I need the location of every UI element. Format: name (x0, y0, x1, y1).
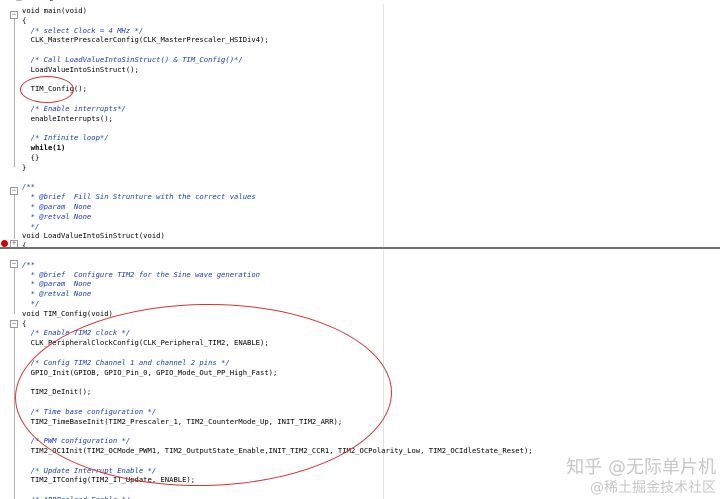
code-text: void LoadValueIntoSinStruct(void) (22, 231, 165, 241)
code-line[interactable]: /* Call LoadValueIntoSinStruct() & TIM_C… (0, 55, 720, 65)
code-comment: * @retval None (22, 211, 92, 221)
code-line[interactable]: * @retval None (0, 289, 720, 299)
code-line[interactable] (0, 250, 720, 260)
code-line[interactable]: /* select Clock = 4 MHz */ (0, 26, 720, 36)
code-comment: /* Call LoadValueIntoSinStruct() & TIM_C… (22, 55, 243, 64)
code-comment: * @brief Configure TIM2 for the Sine wav… (22, 269, 260, 279)
code-line[interactable] (0, 75, 720, 85)
code-line[interactable]: void main(void) (0, 6, 720, 16)
code-line[interactable]: void LoadValueIntoSinStruct(void) (0, 231, 720, 241)
code-line[interactable]: {} (0, 153, 720, 163)
code-text: void TIM_Config(void) (22, 308, 113, 318)
code-text: { (22, 15, 27, 25)
code-line[interactable] (0, 124, 720, 134)
code-line[interactable] (0, 94, 720, 104)
code-comment: * @param None (22, 202, 92, 211)
code-line[interactable]: TIM_Config(); (0, 84, 720, 94)
code-comment: * @param None (22, 279, 92, 289)
code-line[interactable]: * @retval None (0, 212, 720, 222)
code-text: LoadValueIntoSinStruct(); (22, 64, 139, 74)
code-comment: /* ARRPreload Enable */ (22, 495, 131, 499)
code-line[interactable]: */ (0, 222, 720, 232)
code-comment: /* Enable interrupts*/ (22, 104, 126, 113)
code-line[interactable]: LoadValueIntoSinStruct(); (0, 65, 720, 75)
code-line[interactable]: CLK_MasterPrescalerConfig(CLK_MasterPres… (0, 35, 720, 45)
code-line[interactable]: * @param None (0, 279, 720, 289)
code-text: { (22, 318, 27, 328)
code-line[interactable]: while(1) (0, 143, 720, 153)
code-text: } (22, 162, 27, 172)
annotation-circle-tim-config-call (20, 76, 74, 103)
code-text: void main(void) (22, 6, 87, 15)
code-comment: /** (22, 182, 35, 192)
watermark-line-2: @稀土掘金技术社区 (590, 480, 716, 496)
code-line[interactable] (0, 173, 720, 183)
code-text: CLK_MasterPrescalerConfig(CLK_MasterPres… (22, 35, 269, 45)
code-text: {} (22, 153, 40, 162)
editor-pane-top[interactable]: − − + void main(void){ /* select Clock =… (0, 4, 720, 248)
code-line[interactable]: * @param None (0, 202, 720, 212)
code-comment: */ (22, 221, 40, 231)
code-text: while(1) (22, 143, 66, 153)
code-text: enableInterrupts(); (22, 113, 113, 123)
code-line[interactable]: /** (0, 182, 720, 192)
code-line[interactable]: */ (0, 299, 720, 309)
code-comment: * @brief Fill Sin Strunture with the cor… (22, 192, 256, 202)
code-line[interactable]: { (0, 16, 720, 26)
code-comment: * @retval None (22, 289, 92, 299)
code-comment: /** (22, 259, 35, 269)
code-comment: */ (22, 299, 40, 308)
pane-splitter[interactable] (0, 247, 720, 249)
code-comment: /* Infinite loop*/ (22, 133, 109, 143)
watermark: 知乎 @无际单片机 @稀土掘金技术社区 (566, 457, 716, 497)
editor-tab-label[interactable]: tim_config (0, 0, 54, 2)
code-line[interactable]: /* Enable interrupts*/ (0, 104, 720, 114)
code-line[interactable]: /* Infinite loop*/ (0, 133, 720, 143)
code-comment: /* select Clock = 4 MHz */ (22, 25, 144, 35)
code-line[interactable]: } (0, 163, 720, 173)
code-line[interactable]: * @brief Configure TIM2 for the Sine wav… (0, 270, 720, 280)
code-line[interactable]: enableInterrupts(); (0, 114, 720, 124)
code-line[interactable]: * @brief Fill Sin Strunture with the cor… (0, 192, 720, 202)
code-line[interactable]: /** (0, 260, 720, 270)
code-line[interactable] (0, 45, 720, 55)
watermark-line-1: 知乎 @无际单片机 (566, 457, 716, 478)
